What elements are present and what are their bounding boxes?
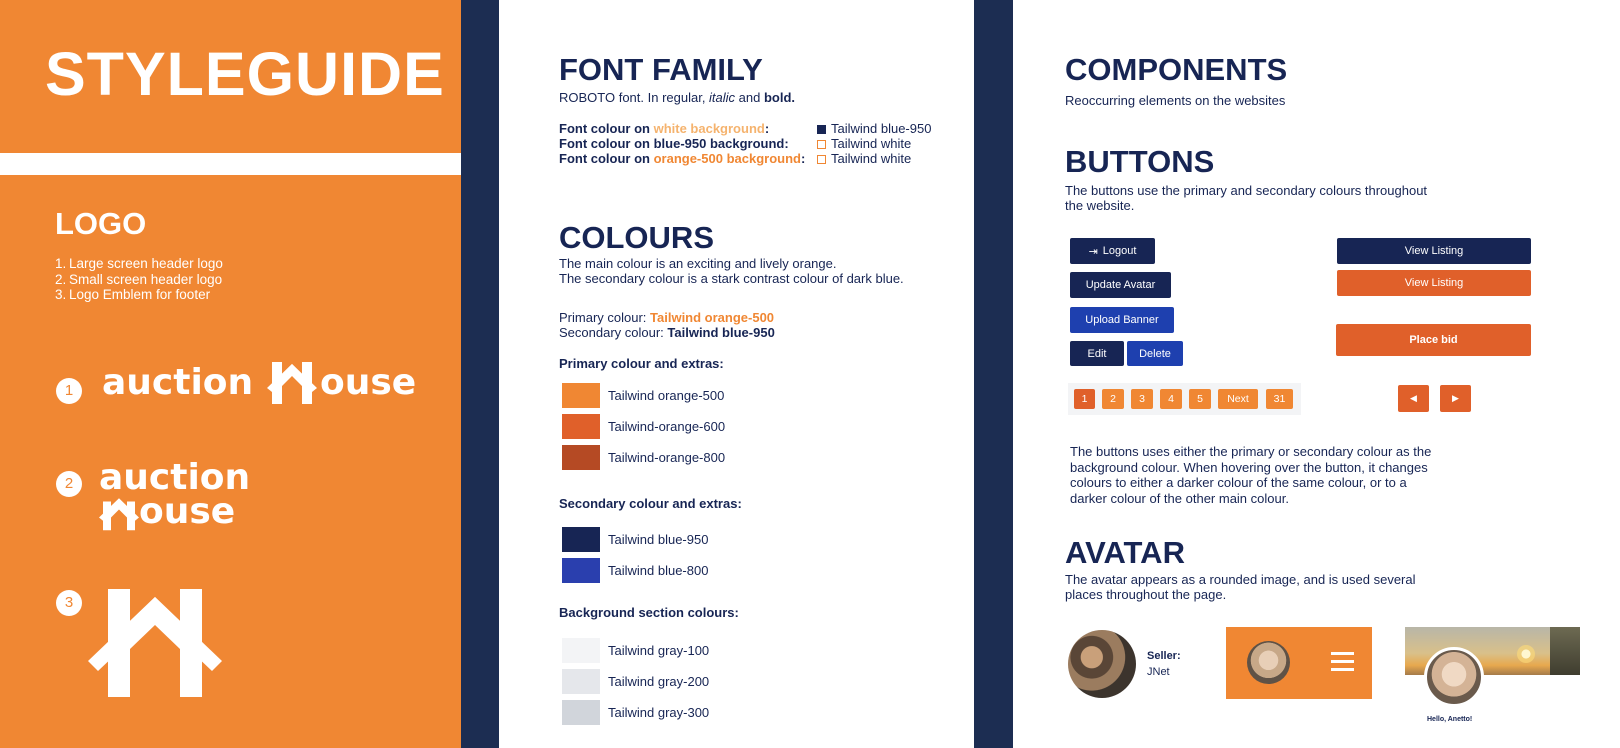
large-header-logo: auction ouse: [102, 362, 417, 404]
components-heading: COMPONENTS: [1065, 52, 1288, 87]
swatch-gray-200: [562, 669, 600, 694]
avatar-heading: AVATAR: [1065, 535, 1185, 570]
marker-3: 3: [56, 590, 82, 616]
list-item: 3. Logo Emblem for footer: [55, 287, 211, 302]
swatch-gray-100: [562, 638, 600, 663]
edit-button[interactable]: Edit: [1070, 341, 1124, 366]
logout-button[interactable]: ⇥ Logout: [1070, 238, 1155, 264]
tree-icon: [1550, 627, 1580, 675]
secondary-colour: Secondary colour: Tailwind blue-950: [559, 325, 775, 340]
swatch-blue-950: [562, 527, 600, 552]
white-stripe: [0, 153, 461, 175]
page-button[interactable]: 5: [1189, 389, 1211, 409]
page-button[interactable]: 2: [1102, 389, 1124, 409]
update-avatar-button[interactable]: Update Avatar: [1070, 272, 1171, 298]
last-page-button[interactable]: 31: [1266, 389, 1293, 409]
secondary-extras-heading: Secondary colour and extras:: [559, 496, 742, 511]
delete-button[interactable]: Delete: [1127, 341, 1183, 366]
page-button[interactable]: 4: [1160, 389, 1182, 409]
avatar[interactable]: [1424, 647, 1484, 707]
logo-list: 1. Large screen header logo 2. Small scree…: [55, 256, 223, 303]
colours-desc-1: The main colour is an exciting and livel…: [559, 256, 837, 271]
swatch-label: Tailwind-orange-600: [608, 419, 726, 434]
colours-desc-2: The secondary colour is a stark contrast…: [559, 271, 904, 286]
logout-icon: ⇥: [1088, 245, 1098, 258]
swatch-label: Tailwind-orange-800: [608, 450, 726, 465]
buttons-heading: BUTTONS: [1065, 144, 1215, 179]
font-colour-value-3: Tailwind white: [817, 151, 911, 167]
swatch-label: Tailwind orange-500: [608, 388, 725, 403]
avatar-desc-1: The avatar appears as a rounded image, a…: [1065, 572, 1416, 587]
font-colour-value-2: Tailwind white: [817, 136, 911, 152]
list-item: 2. Small screen header logo: [55, 271, 223, 287]
next-arrow-button[interactable]: ▶: [1440, 385, 1471, 412]
hamburger-menu-icon[interactable]: [1331, 652, 1354, 671]
swatch-gray-300: [562, 700, 600, 725]
primary-extras-heading: Primary colour and extras:: [559, 356, 724, 371]
house-icon: [99, 498, 139, 531]
house-icon: [267, 362, 317, 404]
list-item: 1. Large screen header logo: [55, 256, 223, 271]
background-colours-heading: Background section colours:: [559, 605, 739, 620]
divider: [974, 0, 1013, 748]
chevron-left-icon: ◀: [1410, 393, 1417, 403]
components-subtitle: Reoccurring elements on the websites: [1065, 93, 1286, 108]
hover-desc: The buttons uses either the primary or s…: [1070, 444, 1432, 506]
swatch-orange-500: [562, 383, 600, 408]
marker-1: 1: [56, 378, 82, 404]
small-header-logo: auction ouse: [99, 457, 251, 532]
primary-colour: Primary colour: Tailwind orange-500: [559, 310, 775, 325]
sun-icon: [1517, 645, 1535, 663]
next-page-button[interactable]: Next: [1218, 389, 1258, 409]
font-colour-row-3: Font colour on orange-500 background:: [559, 151, 806, 166]
font-colour-row-1: Font colour on white background:: [559, 121, 770, 136]
view-listing-button-orange[interactable]: View Listing: [1337, 270, 1531, 296]
swatch-label: Tailwind gray-300: [608, 705, 710, 720]
avatar-desc-2: places throughout the page.: [1065, 587, 1227, 602]
seller-name[interactable]: JNet: [1147, 666, 1170, 678]
swatch-label: Tailwind blue-800: [608, 563, 709, 578]
divider: [461, 0, 499, 748]
logo-emblem-icon: [88, 589, 222, 697]
swatch-blue-800: [562, 558, 600, 583]
buttons-desc-2: the website.: [1065, 198, 1135, 213]
avatar[interactable]: [1247, 641, 1290, 684]
font-family-heading: FONT FAMILY: [559, 52, 763, 87]
page-button[interactable]: 3: [1131, 389, 1153, 409]
font-intro: ROBOTO font. In regular, italic and bold…: [559, 90, 796, 105]
buttons-desc-1: The buttons use the primary and secondar…: [1065, 183, 1428, 198]
logo-heading: LOGO: [55, 206, 147, 241]
swatch-label: Tailwind blue-950: [608, 532, 709, 547]
swatch-label: Tailwind gray-100: [608, 643, 710, 658]
upload-banner-button[interactable]: Upload Banner: [1070, 307, 1174, 333]
view-listing-button[interactable]: View Listing: [1337, 238, 1531, 264]
marker-2: 2: [56, 471, 82, 497]
swatch-label: Tailwind gray-200: [608, 674, 710, 689]
avatar[interactable]: [1068, 630, 1136, 698]
page-title: STYLEGUIDE: [45, 40, 445, 108]
greeting-text: Hello, Anetto!: [1427, 716, 1473, 723]
swatch-orange-600: [562, 414, 600, 439]
colours-heading: COLOURS: [559, 220, 714, 255]
chevron-right-icon: ▶: [1452, 393, 1459, 403]
seller-label: Seller:: [1147, 650, 1181, 662]
page-button[interactable]: 1: [1074, 389, 1095, 409]
prev-arrow-button[interactable]: ◀: [1398, 385, 1429, 412]
swatch-orange-800: [562, 445, 600, 470]
font-colour-row-2: Font colour on blue-950 background:: [559, 136, 789, 151]
font-colour-value-1: Tailwind blue-950: [817, 121, 931, 137]
place-bid-button[interactable]: Place bid: [1336, 324, 1531, 356]
